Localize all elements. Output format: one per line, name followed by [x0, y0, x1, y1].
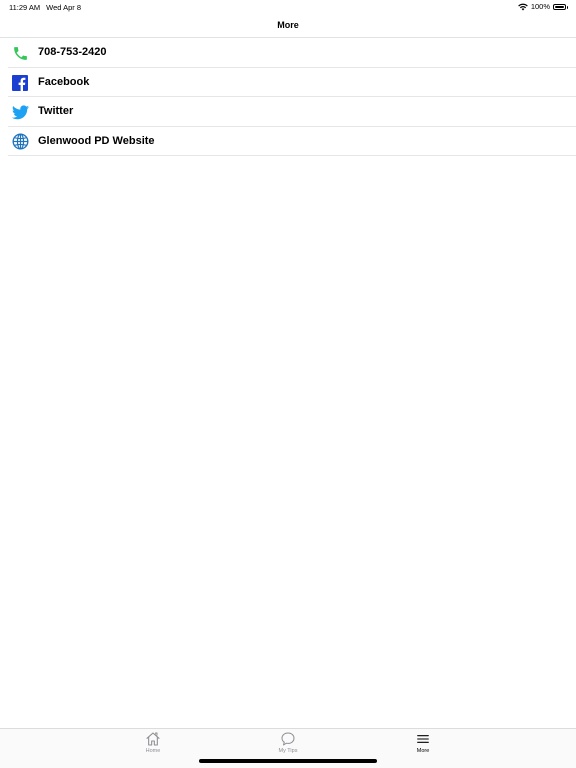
status-bar: 11:29 AM Wed Apr 8 100%: [0, 0, 576, 14]
tab-home-label: Home: [145, 748, 161, 754]
list-item-phone[interactable]: 708-753-2420: [8, 38, 576, 68]
website-label: Glenwood PD Website: [38, 134, 155, 147]
status-right: 100%: [518, 2, 568, 11]
tab-my-tips[interactable]: My Tips: [258, 731, 318, 757]
twitter-icon: [11, 103, 29, 121]
chat-bubble-icon: [281, 732, 295, 746]
status-time: 11:29 AM: [9, 3, 41, 12]
nav-bar: More: [0, 14, 576, 38]
battery-percent: 100%: [530, 2, 550, 11]
globe-icon: [11, 133, 29, 151]
menu-icon: [417, 735, 429, 743]
twitter-label: Twitter: [38, 105, 74, 117]
tab-more[interactable]: More: [393, 731, 453, 757]
phone-number-label: 708-753-2420: [38, 46, 107, 58]
phone-icon: [11, 44, 29, 62]
list-item-twitter[interactable]: Twitter: [8, 97, 576, 127]
screen: 11:29 AM Wed Apr 8 100% More 708-753-242…: [0, 0, 576, 768]
home-indicator: [199, 759, 377, 763]
battery-icon: [553, 3, 568, 10]
page-title: More: [277, 20, 299, 30]
list-item-facebook[interactable]: Facebook: [8, 68, 576, 97]
wifi-icon: [518, 3, 528, 10]
tab-home[interactable]: Home: [123, 731, 183, 757]
facebook-icon: [11, 74, 29, 92]
facebook-label: Facebook: [38, 75, 90, 88]
list-item-website[interactable]: Glenwood PD Website: [8, 127, 576, 156]
status-date: Wed Apr 8: [46, 3, 82, 12]
tab-my-tips-label: My Tips: [278, 748, 298, 754]
tab-more-label: More: [416, 748, 430, 754]
more-list: 708-753-2420 Facebook Twitter Glenwood P…: [0, 38, 576, 156]
status-left: 11:29 AM Wed Apr 8: [9, 3, 81, 12]
home-icon: [146, 732, 160, 746]
